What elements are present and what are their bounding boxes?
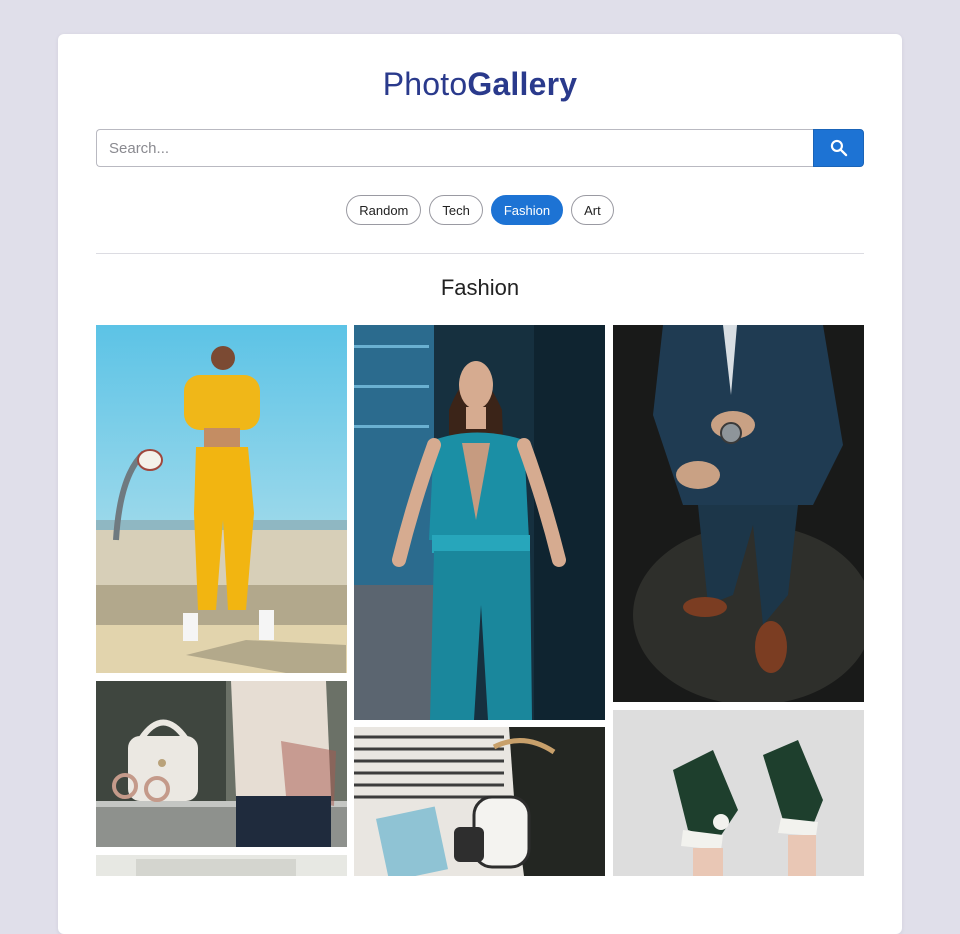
category-tabs: Random Tech Fashion Art	[0, 195, 960, 225]
photo-teal-jumpsuit[interactable]	[354, 325, 605, 720]
tab-art[interactable]: Art	[571, 195, 614, 225]
title-light: Photo	[382, 66, 468, 102]
photo-interior[interactable]	[96, 855, 347, 876]
search-input[interactable]	[96, 129, 813, 167]
search-icon	[830, 139, 847, 157]
photo-flat-lay[interactable]	[354, 727, 605, 876]
tab-fashion[interactable]: Fashion	[490, 195, 564, 225]
title-bold: Gallery	[467, 66, 578, 102]
section-title: Fashion	[440, 275, 520, 300]
photo-handbag[interactable]	[96, 681, 347, 847]
photo-sneakers[interactable]	[613, 710, 864, 876]
photo-yellow-tracksuit[interactable]	[96, 325, 347, 673]
search-button[interactable]	[813, 129, 864, 167]
search-bar	[96, 129, 864, 167]
divider	[96, 253, 864, 254]
page-title: PhotoGallery	[0, 66, 960, 103]
tab-random[interactable]: Random	[346, 195, 422, 225]
tab-tech[interactable]: Tech	[429, 195, 483, 225]
photo-suit-watch[interactable]	[613, 325, 864, 702]
